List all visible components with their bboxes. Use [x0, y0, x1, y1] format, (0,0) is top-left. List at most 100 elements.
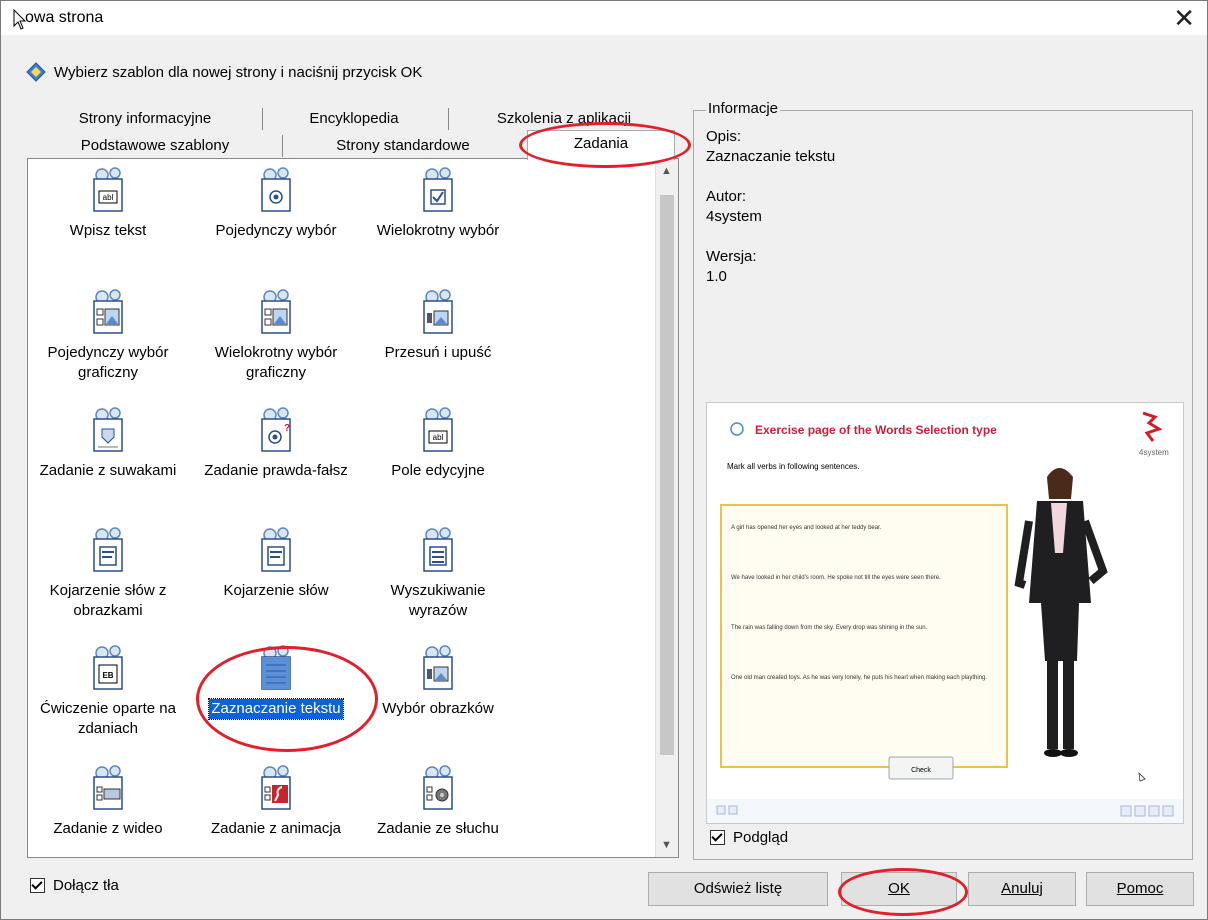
- template-item[interactable]: Wielokrotny wybór: [358, 167, 518, 241]
- word-match-icon: [256, 527, 296, 573]
- cancel-button[interactable]: Anuluj: [968, 872, 1076, 906]
- radio-button-icon: [256, 167, 296, 213]
- ok-button[interactable]: OK: [841, 872, 957, 906]
- preview-page-svg: Exercise page of the Words Selection typ…: [707, 403, 1183, 823]
- sentence-exercise-icon: EB: [88, 645, 128, 691]
- template-item[interactable]: abl Pole edycyjne: [358, 407, 518, 481]
- prompt-text: Wybierz szablon dla nowej strony i naciś…: [54, 63, 423, 81]
- template-label: Zadanie z wideo: [53, 820, 163, 837]
- template-label: Zadanie z suwakami: [39, 462, 177, 479]
- image-checkbox-icon: [256, 289, 296, 335]
- template-label: Wyszukiwanie wyrazów: [390, 582, 486, 619]
- template-label: Zadanie z animacja: [210, 820, 342, 837]
- preview-instruction: Mark all verbs in following sentences.: [727, 462, 860, 471]
- template-label: Przesuń i upuść: [384, 344, 492, 361]
- vertical-scrollbar[interactable]: ▲ ▼: [655, 159, 678, 857]
- template-item[interactable]: ? Zadanie prawda-fałsz: [196, 407, 356, 481]
- template-list[interactable]: ▲ ▼ abl Wpisz tekst Pojedynczy wybór Wielok…: [27, 158, 679, 858]
- template-item[interactable]: Zadanie ze słuchu: [358, 765, 518, 839]
- video-icon: [88, 765, 128, 811]
- help-button[interactable]: Pomoc: [1086, 872, 1194, 906]
- template-label: Kojarzenie słów z obrazkami: [49, 582, 167, 619]
- template-item[interactable]: abl Wpisz tekst: [28, 167, 188, 241]
- tab-strony-informacyjne[interactable]: Strony informacyjne: [30, 106, 260, 132]
- template-label: Ćwiczenie oparte na zdaniach: [40, 700, 176, 737]
- podglad-checkbox[interactable]: Podgląd: [710, 829, 788, 846]
- template-item[interactable]: Zaznaczanie tekstu: [196, 645, 356, 720]
- help-label: Pomoc: [1116, 880, 1164, 897]
- cancel-label: Anuluj: [1001, 880, 1043, 897]
- template-item[interactable]: Pojedynczy wybór: [196, 167, 356, 241]
- scroll-up-icon[interactable]: ▲: [661, 165, 672, 177]
- template-item[interactable]: Wyszukiwanie wyrazów: [358, 527, 518, 621]
- checkbox-checked-icon[interactable]: [710, 830, 725, 845]
- opis-label: Opis:: [706, 128, 742, 145]
- template-label: Wielokrotny wybór: [376, 222, 500, 239]
- template-item[interactable]: Pojedynczy wybór graficzny: [28, 289, 188, 383]
- preview-nav-icon: [716, 805, 726, 815]
- refresh-list-button[interactable]: Odśwież listę: [648, 872, 828, 906]
- preview-nav-icon: [1120, 805, 1132, 817]
- checkbox-checked-icon[interactable]: [30, 878, 45, 893]
- preview-sentence: A girl has opened her eyes and looked at…: [731, 525, 882, 531]
- edit-field-icon: abl: [418, 407, 458, 453]
- template-label: Wpisz tekst: [69, 222, 147, 239]
- svg-text:4system: 4system: [1139, 448, 1169, 457]
- close-icon[interactable]: ✕: [1173, 3, 1195, 34]
- podglad-label: Podgląd: [733, 829, 789, 846]
- image-choice-icon: [418, 645, 458, 691]
- template-item[interactable]: Kojarzenie słów: [196, 527, 356, 601]
- svg-text:EB: EB: [102, 671, 113, 680]
- window-title: owa strona: [25, 9, 104, 26]
- audio-icon: [418, 765, 458, 811]
- tab-podstawowe-szablony[interactable]: Podstawowe szablony: [30, 133, 280, 159]
- text-selection-icon: [256, 645, 296, 691]
- autor-label: Autor:: [706, 188, 747, 205]
- image-radio-icon: [88, 289, 128, 335]
- tab-encyklopedia[interactable]: Encyklopedia: [264, 106, 444, 132]
- template-item[interactable]: Wielokrotny wybór graficzny: [196, 289, 356, 383]
- svg-text:Check: Check: [911, 767, 931, 774]
- tab-strony-standardowe[interactable]: Strony standardowe: [284, 133, 522, 159]
- preview-info-icon: [730, 422, 744, 436]
- scrollbar-thumb[interactable]: [660, 195, 674, 755]
- template-item[interactable]: Zadanie z suwakami: [28, 407, 188, 481]
- slider-icon: [88, 407, 128, 453]
- preview-title: Exercise page of the Words Selection typ…: [755, 423, 997, 437]
- template-item[interactable]: EB Ćwiczenie oparte na zdaniach: [28, 645, 188, 739]
- checkbox-icon: [418, 167, 458, 213]
- svg-text:abl: abl: [433, 433, 444, 442]
- preview-sentence: The rain was falling down from the sky. …: [731, 625, 928, 631]
- template-item[interactable]: Wybór obrazków: [358, 645, 518, 719]
- template-label: Pojedynczy wybór graficzny: [47, 344, 169, 381]
- template-item[interactable]: Zadanie z animacja: [196, 765, 356, 839]
- template-item[interactable]: Zadanie z wideo: [28, 765, 188, 839]
- tab-szkolenia-z-aplikacji[interactable]: Szkolenia z aplikacji: [452, 106, 676, 132]
- wersja-value: 1.0: [706, 268, 727, 285]
- diamond-info-icon: [26, 62, 46, 82]
- tab-zadania[interactable]: Zadania: [527, 130, 675, 160]
- instruction-prompt: Wybierz szablon dla nowej strony i naciś…: [26, 62, 422, 82]
- text-field-icon: abl: [88, 167, 128, 213]
- template-label: Zadanie prawda-fałsz: [204, 462, 348, 479]
- drag-drop-icon: [418, 289, 458, 335]
- svg-text:?: ?: [284, 423, 290, 434]
- dolacz-tla-label: Dołącz tła: [53, 877, 119, 894]
- flash-animation-icon: [256, 765, 296, 811]
- template-label: Zaznaczanie tekstu: [208, 698, 344, 720]
- word-image-match-icon: [88, 527, 128, 573]
- information-legend: Informacje: [706, 100, 781, 117]
- scroll-down-icon[interactable]: ▼: [661, 839, 672, 851]
- dolacz-tla-checkbox[interactable]: Dołącz tła: [30, 877, 119, 894]
- tab-divider: [262, 108, 263, 130]
- template-label: Zadanie ze słuchu: [377, 820, 499, 837]
- preview-nav-icon: [1148, 805, 1160, 817]
- template-label: Pojedynczy wybór: [215, 222, 337, 239]
- word-search-icon: [418, 527, 458, 573]
- template-label: Kojarzenie słów: [223, 582, 329, 599]
- template-label: Pole edycyjne: [391, 462, 485, 479]
- template-label: Wybór obrazków: [382, 700, 494, 717]
- template-item[interactable]: Przesuń i upuść: [358, 289, 518, 363]
- template-item[interactable]: Kojarzenie słów z obrazkami: [28, 527, 188, 621]
- tab-divider: [282, 135, 283, 157]
